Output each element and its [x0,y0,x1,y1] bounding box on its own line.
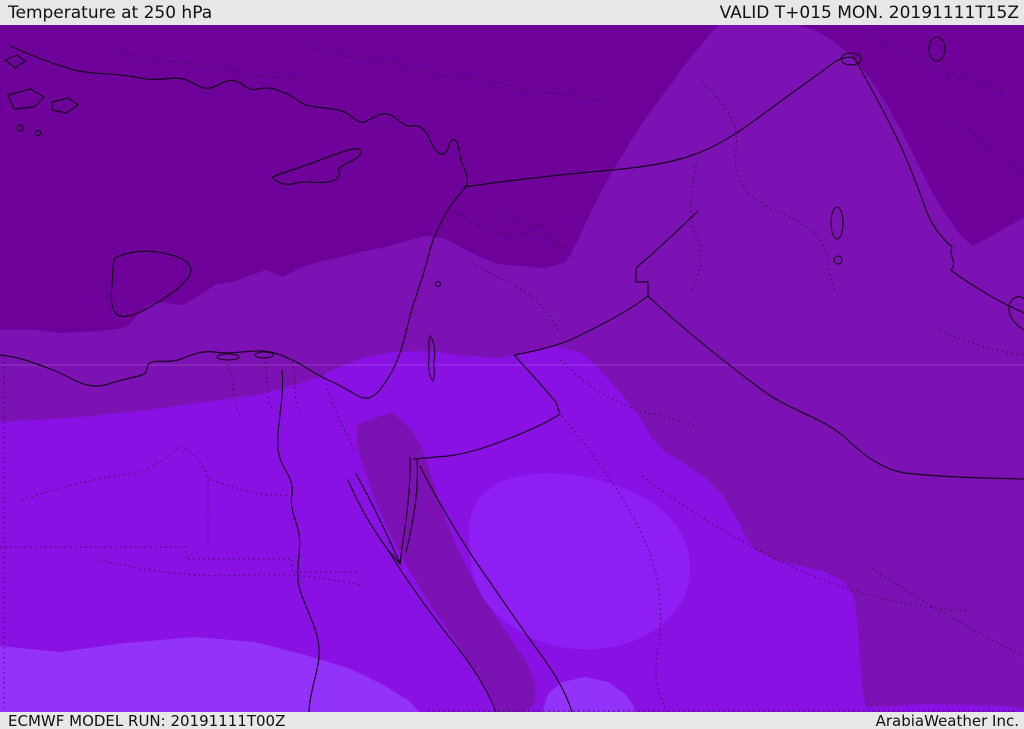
header-bar: Temperature at 250 hPa VALID T+015 MON. … [0,0,1024,25]
map-title: Temperature at 250 hPa [8,3,213,23]
weather-map-screen: Temperature at 250 hPa VALID T+015 MON. … [0,0,1024,729]
temperature-bands [0,25,1024,713]
valid-time-label: VALID T+015 MON. 20191111T15Z [719,3,1019,23]
weather-map [0,25,1024,713]
footer-bar: ECMWF MODEL RUN: 20191111T00Z ArabiaWeat… [0,712,1024,729]
model-run-label: ECMWF MODEL RUN: 20191111T00Z [8,712,286,729]
credit-label: ArabiaWeather Inc. [875,712,1019,729]
